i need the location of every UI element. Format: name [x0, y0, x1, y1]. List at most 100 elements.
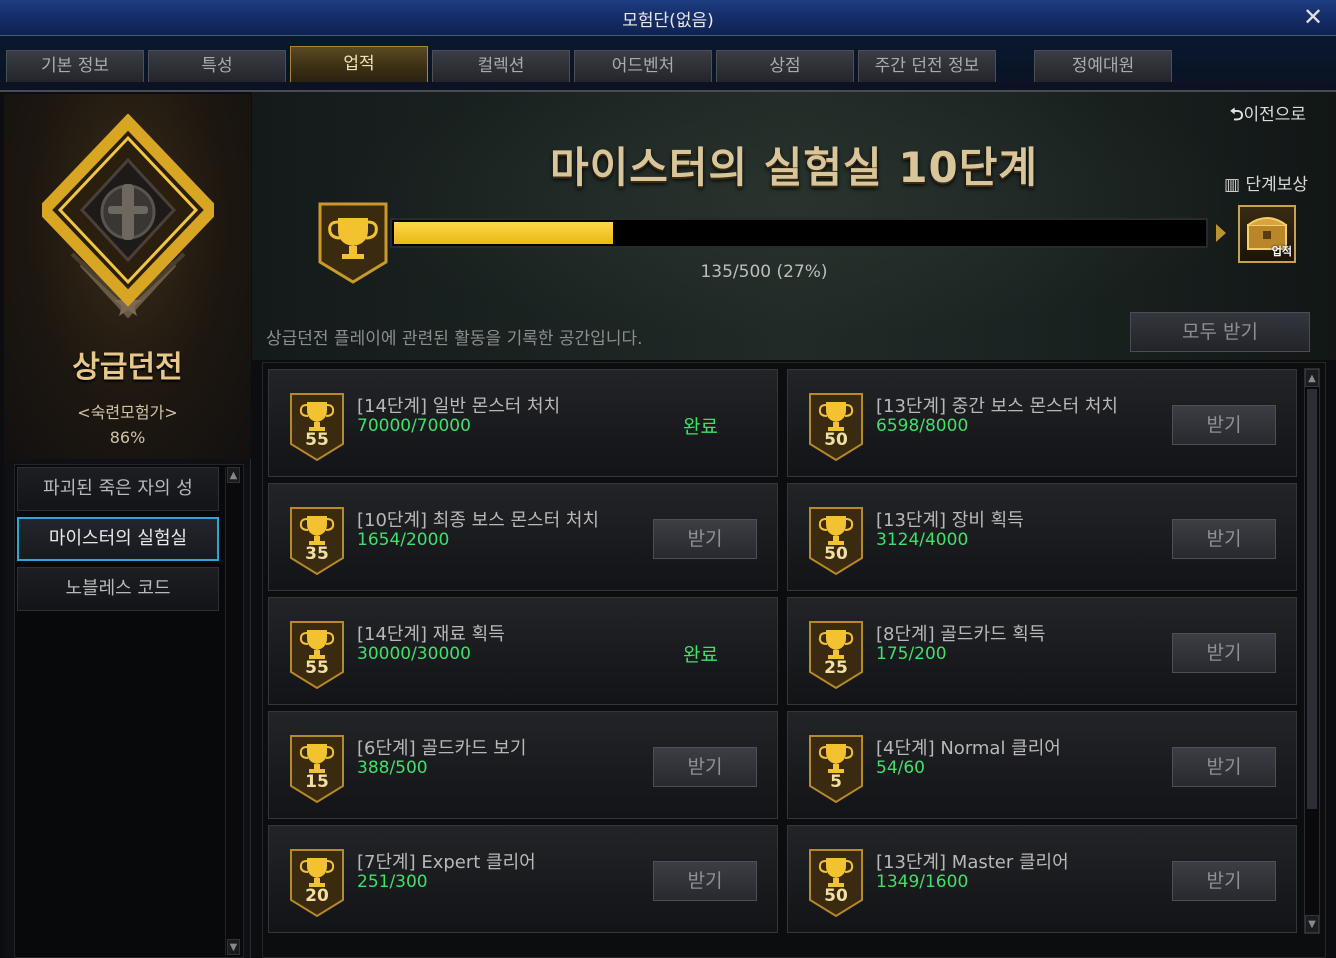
stage-progress-text: 135/500 (27%) — [700, 262, 828, 282]
grid-scrollbar[interactable]: ▲ ▼ — [1304, 368, 1320, 934]
trophy-icon — [290, 849, 344, 918]
close-icon[interactable]: ✕ — [1300, 2, 1326, 32]
stage-reward-button[interactable]: ▥ 단계보상 — [1224, 170, 1308, 195]
category-emblem-area: 상급던전 <숙련모험가> 86% — [4, 94, 251, 459]
achievement-points: 50 — [824, 544, 848, 564]
main-panel: ⮌이전으로 마이스터의 실험실 10단계 ▥ 단계보상 업적 135/500 (… — [252, 92, 1336, 958]
scroll-down-icon[interactable]: ▼ — [227, 939, 240, 955]
dungeon-list: 파괴된 죽은 자의 성 마이스터의 실험실 노블레스 코드 ▲ ▼ — [14, 464, 244, 958]
tab-basic-info[interactable]: 기본 정보 — [6, 50, 144, 82]
achievement-complete-label: 완료 — [683, 416, 718, 438]
nav-item-meister-lab[interactable]: 마이스터의 실험실 — [17, 517, 219, 561]
achievement-progress: 1654/2000 — [357, 530, 450, 550]
stage-progress-fill — [394, 222, 613, 244]
achievement-progress: 6598/8000 — [876, 416, 969, 436]
left-panel: 상급던전 <숙련모험가> 86% 파괴된 죽은 자의 성 마이스터의 실험실 노… — [4, 94, 251, 958]
achievement-progress: 251/300 — [357, 872, 428, 892]
claim-button[interactable]: 받기 — [1172, 519, 1276, 559]
progress-arrow-icon — [1216, 224, 1226, 242]
nav-item-noblesse-code[interactable]: 노블레스 코드 — [17, 567, 219, 611]
scroll-thumb[interactable] — [1307, 389, 1317, 809]
achievement-card: 55 [14단계] 재료 획득 30000/30000 완료 — [268, 597, 778, 705]
achievement-points: 15 — [305, 772, 329, 792]
achievement-name: [13단계] 중간 보스 몬스터 처치 — [876, 396, 1118, 417]
achievement-progress: 54/60 — [876, 758, 925, 778]
achievement-progress: 175/200 — [876, 644, 947, 664]
tab-weekly-dungeon[interactable]: 주간 던전 정보 — [858, 50, 996, 82]
trophy-icon — [290, 735, 344, 804]
achievement-header: ⮌이전으로 마이스터의 실험실 10단계 ▥ 단계보상 업적 135/500 (… — [252, 92, 1336, 360]
scroll-up-icon[interactable]: ▲ — [1305, 369, 1319, 387]
claim-button[interactable]: 받기 — [653, 519, 757, 559]
achievement-card: 55 [14단계] 일반 몬스터 처치 70000/70000 완료 — [268, 369, 778, 477]
trophy-icon — [290, 621, 344, 690]
achievement-progress: 30000/30000 — [357, 644, 471, 664]
trophy-icon — [809, 735, 863, 804]
achievement-points: 50 — [824, 886, 848, 906]
claim-button[interactable]: 받기 — [1172, 405, 1276, 445]
trophy-icon — [809, 849, 863, 918]
claim-button[interactable]: 받기 — [1172, 633, 1276, 673]
achievement-progress: 70000/70000 — [357, 416, 471, 436]
back-button[interactable]: ⮌이전으로 — [1230, 100, 1306, 131]
achievement-name: [7단계] Expert 클리어 — [357, 852, 536, 873]
category-percent: 86% — [109, 428, 146, 447]
stage-progress-bar — [390, 218, 1208, 248]
achievement-card: 20 [7단계] Expert 클리어 251/300 받기 — [268, 825, 778, 933]
reward-chest-icon[interactable]: 업적 — [1238, 205, 1296, 263]
stage-title: 마이스터의 실험실 10단계 — [549, 143, 1039, 192]
achievement-points: 5 — [830, 772, 842, 792]
scroll-down-icon[interactable]: ▼ — [1305, 915, 1319, 933]
achievement-points: 20 — [305, 886, 329, 906]
achievement-name: [14단계] 재료 획득 — [357, 624, 505, 645]
achievement-points: 25 — [824, 658, 848, 678]
nav-item-destroyed-castle[interactable]: 파괴된 죽은 자의 성 — [17, 467, 219, 511]
title-bar: 모험단(없음) ✕ — [0, 0, 1336, 36]
achievement-name: [8단계] 골드카드 획득 — [876, 624, 1046, 645]
category-description: 상급던전 플레이에 관련된 활동을 기록한 공간입니다. — [266, 329, 643, 349]
achievement-name: [13단계] Master 클리어 — [876, 852, 1069, 873]
trophy-icon — [290, 507, 344, 576]
nav-scrollbar[interactable]: ▲ ▼ — [225, 467, 241, 955]
trophy-icon — [809, 621, 863, 690]
achievement-points: 55 — [305, 658, 329, 678]
claim-button[interactable]: 받기 — [653, 861, 757, 901]
gift-icon: ▥ — [1223, 175, 1241, 195]
stage-reward-label: 단계보상 — [1245, 175, 1308, 195]
achievement-name: [4단계] Normal 클리어 — [876, 738, 1061, 759]
category-rank: <숙련모험가> — [77, 403, 178, 422]
claim-all-button[interactable]: 모두 받기 — [1130, 312, 1310, 352]
back-arrow-icon: ⮌ — [1229, 105, 1244, 125]
tab-collection[interactable]: 컬렉션 — [432, 50, 570, 82]
achievement-complete-label: 완료 — [683, 644, 718, 666]
achievement-card: 15 [6단계] 골드카드 보기 388/500 받기 — [268, 711, 778, 819]
achievement-progress: 1349/1600 — [876, 872, 969, 892]
achievement-card: 50 [13단계] Master 클리어 1349/1600 받기 — [787, 825, 1297, 933]
claim-button[interactable]: 받기 — [1172, 747, 1276, 787]
tab-traits[interactable]: 특성 — [148, 50, 286, 82]
trophy-icon — [809, 507, 863, 576]
achievement-points: 50 — [824, 430, 848, 450]
reward-icon-label: 업적 — [1271, 245, 1292, 258]
achievement-card: 5 [4단계] Normal 클리어 54/60 받기 — [787, 711, 1297, 819]
achievement-name: [14단계] 일반 몬스터 처치 — [357, 396, 561, 417]
claim-button[interactable]: 받기 — [653, 747, 757, 787]
window-title: 모험단(없음) — [622, 11, 714, 31]
achievement-card: 25 [8단계] 골드카드 획득 175/200 받기 — [787, 597, 1297, 705]
scroll-up-icon[interactable]: ▲ — [227, 467, 240, 483]
tab-achievements[interactable]: 업적 — [290, 46, 428, 82]
achievement-progress: 388/500 — [357, 758, 428, 778]
trophy-icon — [809, 393, 863, 462]
tab-shop[interactable]: 상점 — [716, 50, 854, 82]
achievement-name: [13단계] 장비 획득 — [876, 510, 1024, 531]
achievement-card: 50 [13단계] 장비 획득 3124/4000 받기 — [787, 483, 1297, 591]
emblem-icon — [42, 114, 214, 319]
category-title: 상급던전 — [72, 350, 183, 385]
trophy-icon — [290, 393, 344, 462]
tab-adventure[interactable]: 어드벤처 — [574, 50, 712, 82]
achievement-progress: 3124/4000 — [876, 530, 969, 550]
claim-button[interactable]: 받기 — [1172, 861, 1276, 901]
achievement-points: 55 — [305, 430, 329, 450]
tab-elite-members[interactable]: 정예대원 — [1034, 50, 1172, 82]
achievement-card: 35 [10단계] 최종 보스 몬스터 처치 1654/2000 받기 — [268, 483, 778, 591]
